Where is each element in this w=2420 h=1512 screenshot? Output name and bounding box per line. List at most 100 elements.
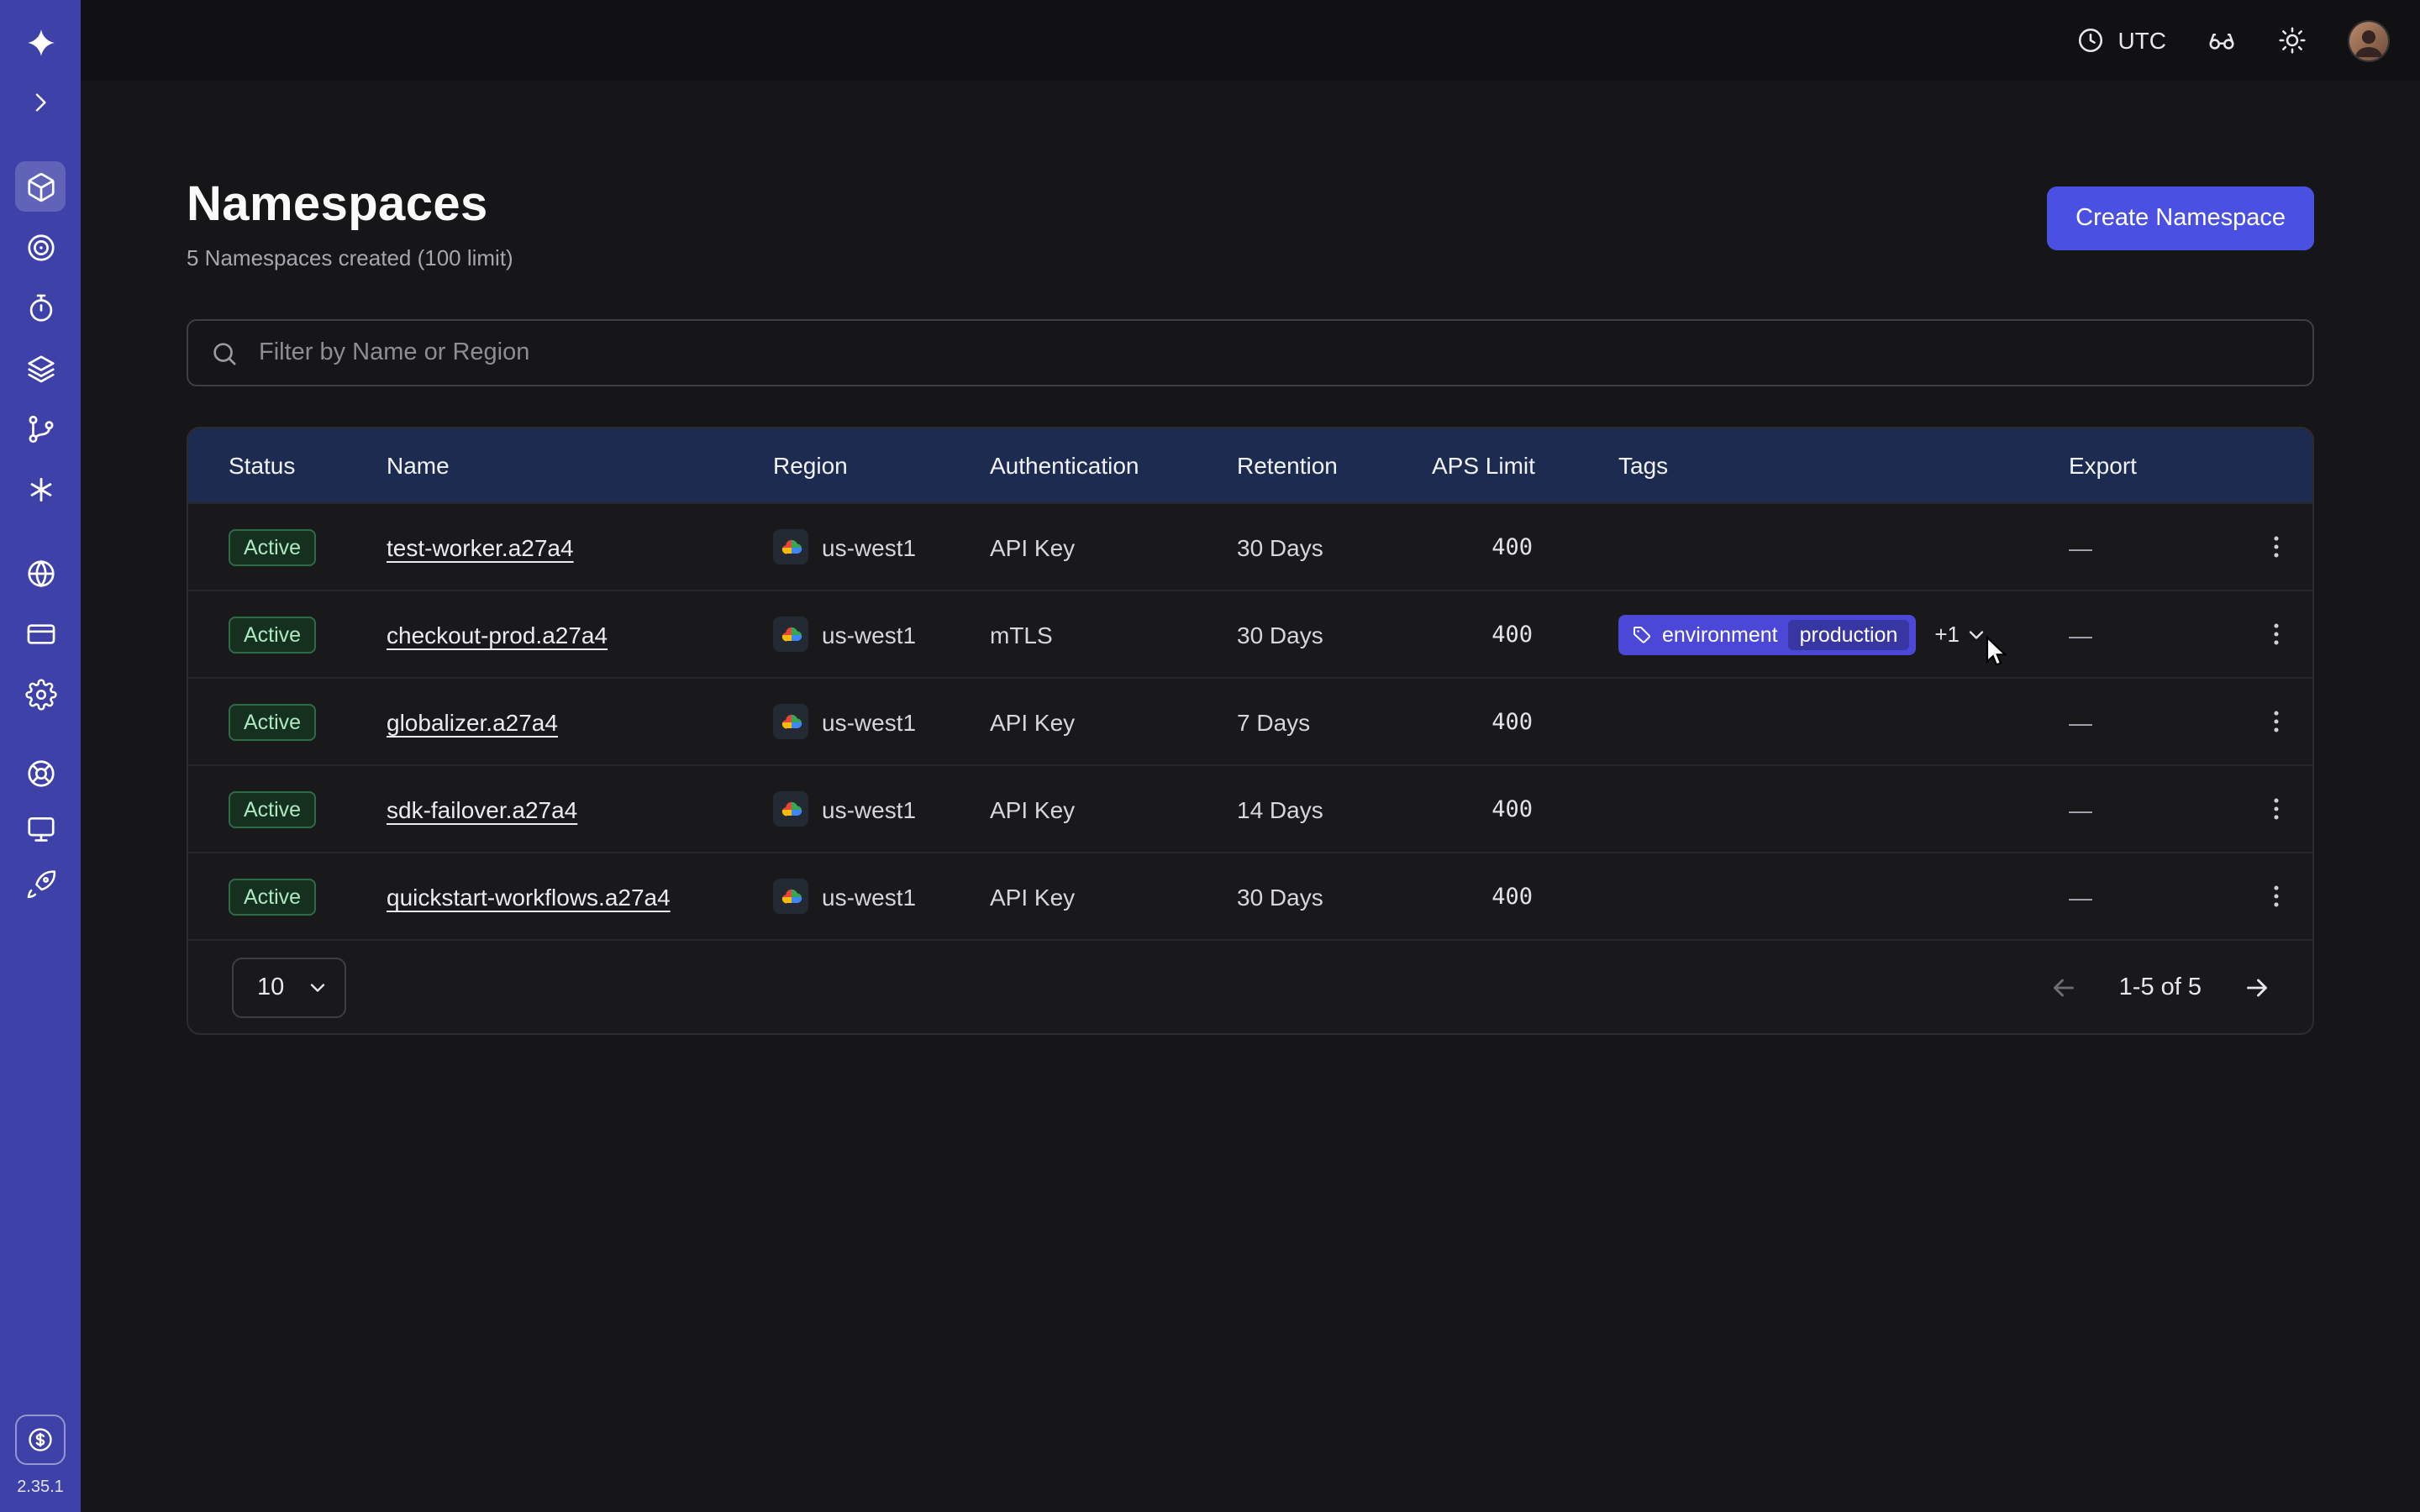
user-avatar[interactable] [2348, 19, 2390, 61]
row-menu-button[interactable] [2250, 871, 2301, 921]
row-menu-button[interactable] [2250, 522, 2301, 572]
sidebar-item-docs[interactable] [15, 803, 66, 853]
branch-icon [24, 412, 56, 444]
region-label: us-west1 [822, 708, 916, 735]
timezone-selector[interactable]: UTC [2075, 25, 2166, 55]
export-value: — [2069, 883, 2238, 910]
target-icon [24, 231, 56, 263]
tag-icon [1632, 624, 1652, 644]
credit-card-icon [24, 617, 56, 649]
row-menu-button[interactable] [2250, 784, 2301, 834]
export-value: — [2069, 795, 2238, 822]
kebab-icon [2261, 533, 2290, 561]
sun-icon [2277, 25, 2307, 55]
sidebar-item-nexus[interactable] [15, 464, 66, 514]
page-size-select[interactable]: 10 [232, 957, 346, 1017]
app-version: 2.35.1 [17, 1478, 64, 1497]
table-row: Active test-worker.a27a4 us-west1 API Ke… [188, 502, 2312, 590]
previous-page-button[interactable] [2049, 972, 2079, 1002]
retention-label: 30 Days [1237, 621, 1432, 648]
arrow-right-icon [2242, 972, 2272, 1002]
kebab-icon [2261, 882, 2290, 911]
chevron-down-icon [306, 975, 329, 999]
region-label: us-west1 [822, 621, 916, 648]
table-row: Active quickstart-workflows.a27a4 us-wes… [188, 852, 2312, 939]
lifebuoy-icon [24, 757, 56, 789]
sidebar-item-getting-started[interactable] [15, 858, 66, 909]
sidebar-item-billing[interactable] [15, 608, 66, 659]
sidebar-item-layers[interactable] [15, 343, 66, 393]
sidebar-item-target[interactable] [15, 222, 66, 272]
sidebar-usage-button[interactable] [15, 1415, 66, 1465]
region-label: us-west1 [822, 795, 916, 822]
column-header-name: Name [387, 452, 773, 479]
topbar: UTC [81, 0, 2420, 81]
column-header-export: Export [2069, 452, 2238, 479]
column-header-tags: Tags [1618, 452, 2069, 479]
create-namespace-button[interactable]: Create Namespace [2047, 186, 2314, 250]
table-footer: 10 1-5 of 5 [188, 939, 2312, 1033]
chevron-down-icon [1965, 622, 1988, 646]
page-subtitle: 5 Namespaces created (100 limit) [187, 245, 513, 270]
status-badge: Active [229, 528, 316, 565]
auth-label: API Key [990, 533, 1237, 560]
auth-label: API Key [990, 883, 1237, 910]
aps-limit-value: 400 [1432, 708, 1618, 735]
theme-toggle-button[interactable] [2277, 25, 2307, 55]
sidebar-item-namespaces[interactable] [15, 161, 66, 212]
gcp-cloud-icon [773, 879, 808, 914]
sidebar-expand-button[interactable] [15, 77, 66, 128]
pagination-range: 1-5 of 5 [2119, 974, 2202, 1000]
namespace-link[interactable]: checkout-prod.a27a4 [387, 621, 608, 648]
table-header-row: Status Name Region Authentication Retent… [188, 428, 2312, 502]
cube-icon [24, 171, 56, 202]
aps-limit-value: 400 [1432, 621, 1618, 648]
column-header-retention: Retention [1237, 452, 1432, 479]
labs-toggle-button[interactable] [2207, 25, 2237, 55]
search-icon [210, 339, 239, 367]
main-content: Namespaces 5 Namespaces created (100 lim… [81, 81, 2420, 1512]
auth-label: API Key [990, 708, 1237, 735]
page-size-value: 10 [257, 974, 284, 1000]
layers-icon [24, 352, 56, 384]
retention-label: 7 Days [1237, 708, 1432, 735]
gcp-cloud-icon [773, 704, 808, 739]
sidebar-item-settings[interactable] [15, 669, 66, 719]
auth-label: API Key [990, 795, 1237, 822]
asterisk-icon [24, 473, 56, 505]
tag-pill[interactable]: environment production [1618, 614, 1916, 654]
namespace-link[interactable]: sdk-failover.a27a4 [387, 795, 577, 822]
region-label: us-west1 [822, 533, 916, 560]
status-badge: Active [229, 616, 316, 653]
sidebar-item-timer[interactable] [15, 282, 66, 333]
aps-limit-value: 400 [1432, 533, 1618, 560]
rocket-icon [24, 868, 56, 900]
column-header-aps-limit: APS Limit [1432, 452, 1618, 479]
gcp-cloud-icon [773, 791, 808, 827]
row-menu-button[interactable] [2250, 609, 2301, 659]
row-menu-button[interactable] [2250, 696, 2301, 747]
clock-icon [2075, 25, 2106, 55]
gcp-cloud-icon [773, 529, 808, 564]
table-row: Active globalizer.a27a4 us-west1 API Key… [188, 677, 2312, 764]
sidebar-item-globe[interactable] [15, 548, 66, 598]
export-value: — [2069, 708, 2238, 735]
next-page-button[interactable] [2242, 972, 2272, 1002]
tags-more-button[interactable]: +1 [1934, 622, 1988, 647]
namespace-link[interactable]: quickstart-workflows.a27a4 [387, 883, 671, 910]
stopwatch-icon [24, 291, 56, 323]
column-header-authentication: Authentication [990, 452, 1237, 479]
retention-label: 14 Days [1237, 795, 1432, 822]
sidebar: 2.35.1 [0, 0, 81, 1512]
kebab-icon [2261, 795, 2290, 823]
table-row: Active checkout-prod.a27a4 us-west1 mTLS… [188, 590, 2312, 677]
aps-limit-value: 400 [1432, 883, 1618, 910]
sidebar-item-support[interactable] [15, 748, 66, 798]
column-header-status: Status [188, 452, 387, 479]
namespace-link[interactable]: globalizer.a27a4 [387, 708, 558, 735]
retention-label: 30 Days [1237, 533, 1432, 560]
namespace-link[interactable]: test-worker.a27a4 [387, 533, 574, 560]
filter-input[interactable] [255, 338, 2291, 368]
region-label: us-west1 [822, 883, 916, 910]
sidebar-item-workflows[interactable] [15, 403, 66, 454]
